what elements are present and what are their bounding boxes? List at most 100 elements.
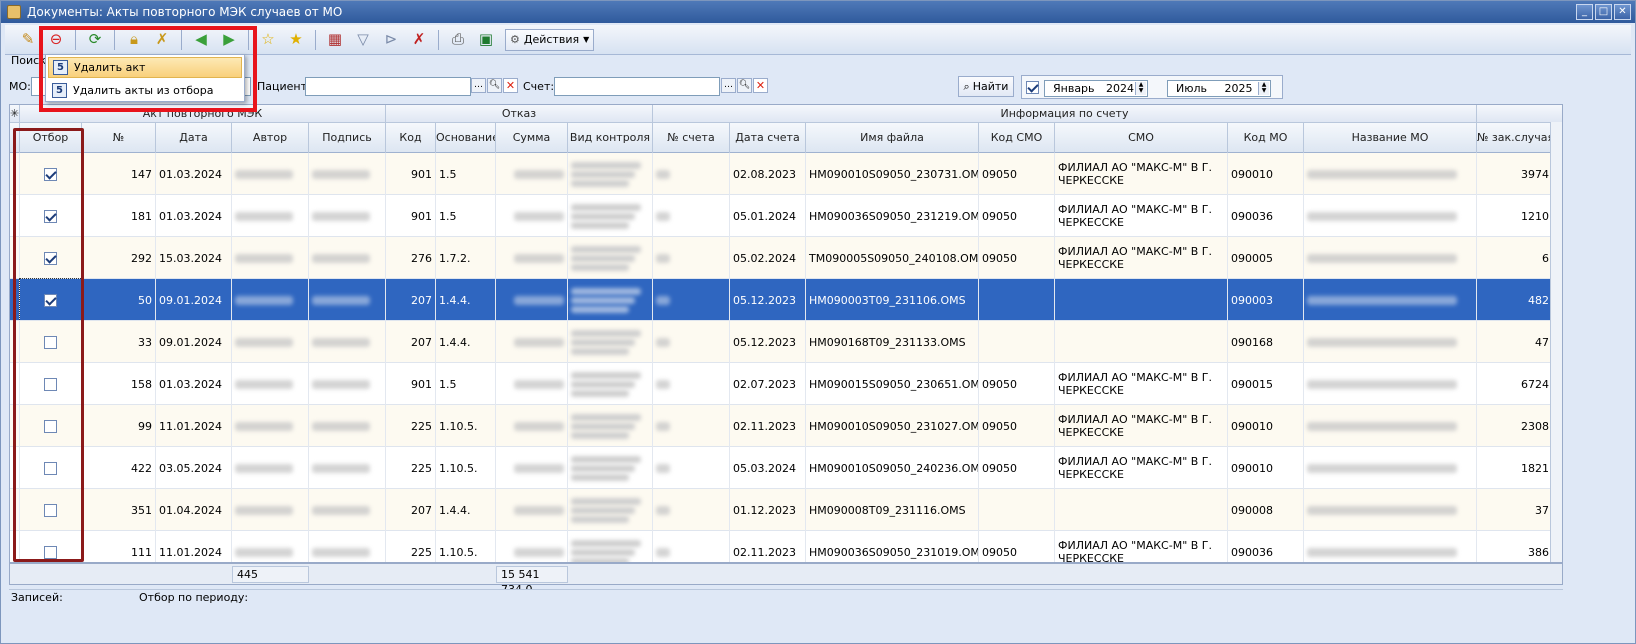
maximize-button[interactable]: □ <box>1595 4 1612 20</box>
otbor-checkbox[interactable] <box>44 251 57 265</box>
row-indicator[interactable] <box>10 279 20 321</box>
otbor-cell[interactable] <box>20 321 82 363</box>
otbor-cell[interactable] <box>20 531 82 562</box>
period-checkbox[interactable] <box>1026 81 1039 94</box>
table-row[interactable]: 111 11.01.2024 225 1.10.5. 02.11.2023 HM09003… <box>10 531 1562 562</box>
otbor-checkbox[interactable] <box>44 293 57 307</box>
otbor-checkbox[interactable] <box>44 167 57 181</box>
otbor-checkbox[interactable] <box>44 545 57 559</box>
search-icon[interactable]: 🔍︎ <box>487 78 502 93</box>
otbor-cell[interactable] <box>20 489 82 531</box>
filter-clear-icon[interactable]: ✗ <box>406 28 432 52</box>
row-indicator[interactable] <box>10 447 20 489</box>
otbor-checkbox[interactable] <box>44 209 57 223</box>
otbor-cell[interactable] <box>20 237 82 279</box>
otbor-cell[interactable] <box>19 278 83 322</box>
menu-item-delete-selected-acts[interactable]: 5 Удалить акты из отбора <box>48 80 242 101</box>
otbor-checkbox[interactable] <box>44 461 57 475</box>
star-add-icon[interactable]: ☆ <box>255 28 281 52</box>
table-row[interactable]: 181 01.03.2024 901 1.5 05.01.2024 HM090036S09… <box>10 195 1562 237</box>
otbor-checkbox[interactable] <box>44 503 57 517</box>
table-row[interactable]: 351 01.04.2024 207 1.4.4. 01.12.2023 HM090008… <box>10 489 1562 531</box>
excel-icon[interactable]: ▣ <box>473 28 499 52</box>
col-mo-name[interactable]: Название МО <box>1304 123 1477 153</box>
otbor-cell[interactable] <box>20 195 82 237</box>
table-row[interactable]: 33 09.01.2024 207 1.4.4. 05.12.2023 HM090168T… <box>10 321 1562 363</box>
smo-code-cell: 09050 <box>979 237 1055 279</box>
table-row[interactable]: 422 03.05.2024 225 1.10.5. 05.03.2024 HM09001… <box>10 447 1562 489</box>
ellipsis-icon[interactable]: … <box>721 78 736 93</box>
sign-cell <box>309 531 386 562</box>
col-smo-code[interactable]: Код СМО <box>979 123 1055 153</box>
table-row[interactable]: 50 09.01.2024 207 1.4.4. 05.12.2023 HM090003T… <box>10 278 1562 322</box>
row-indicator[interactable] <box>10 153 20 195</box>
otbor-cell[interactable] <box>20 153 82 195</box>
account-input[interactable] <box>554 77 720 96</box>
col-mo-code[interactable]: Код МО <box>1228 123 1304 153</box>
col-smo[interactable]: СМО <box>1055 123 1228 153</box>
delete-icon[interactable]: ⊖ <box>43 28 69 52</box>
col-code[interactable]: Код <box>386 123 436 153</box>
table-row[interactable]: 99 11.01.2024 225 1.10.5. 02.11.2023 HM090010… <box>10 405 1562 447</box>
col-date[interactable]: Дата <box>156 123 232 153</box>
clear-icon[interactable]: ✕ <box>753 78 768 93</box>
period-from-spinner[interactable]: Январь 2024 ▲ ▼ <box>1044 80 1148 97</box>
filter-icon[interactable]: ▽ <box>350 28 376 52</box>
lock-icon[interactable]: 🔒︎ <box>121 28 147 52</box>
row-indicator[interactable] <box>10 195 20 237</box>
calendar-icon[interactable]: ▦ <box>322 28 348 52</box>
row-indicator[interactable] <box>10 237 20 279</box>
otbor-cell[interactable] <box>20 447 82 489</box>
col-file[interactable]: Имя файла <box>806 123 979 153</box>
table-row[interactable]: 147 01.03.2024 901 1.5 02.08.2023 HM090010S09… <box>10 153 1562 195</box>
row-indicator[interactable] <box>10 489 20 531</box>
print-icon[interactable]: ⎙ <box>445 28 471 52</box>
find-button[interactable]: ⌕ Найти <box>958 76 1014 97</box>
row-indicator[interactable] <box>10 405 20 447</box>
clear-icon[interactable]: ✕ <box>503 78 518 93</box>
col-num[interactable]: № <box>82 123 156 153</box>
search-icon[interactable]: 🔍︎ <box>737 78 752 93</box>
filter-edit-icon[interactable]: ⊳ <box>378 28 404 52</box>
ellipsis-icon[interactable]: … <box>471 78 486 93</box>
vertical-scrollbar[interactable] <box>1550 122 1562 562</box>
minimize-button[interactable]: _ <box>1576 4 1593 20</box>
reason-cell: 1.5 <box>436 153 496 195</box>
period-to-spinner[interactable]: Июль 2025 ▲ ▼ <box>1167 80 1271 97</box>
band-account-info: Информация по счету <box>653 105 1477 123</box>
arrow-left-icon[interactable]: ◀ <box>188 28 214 52</box>
row-indicator[interactable] <box>10 531 20 562</box>
unlock-icon[interactable]: ✗ <box>149 28 175 52</box>
col-reason[interactable]: Основание <box>436 123 496 153</box>
case-num-cell: 1210 <box>1477 195 1553 237</box>
col-acc-date[interactable]: Дата счета <box>730 123 806 153</box>
col-author[interactable]: Автор <box>232 123 309 153</box>
row-indicator[interactable] <box>10 363 20 405</box>
row-indicator[interactable] <box>10 321 20 363</box>
col-otbor[interactable]: Отбор <box>20 123 82 153</box>
mo-code-cell: 090008 <box>1228 489 1304 531</box>
star-icon[interactable]: ★ <box>283 28 309 52</box>
otbor-checkbox[interactable] <box>44 335 57 349</box>
patient-input[interactable] <box>305 77 471 96</box>
menu-item-delete-act[interactable]: 5 Удалить акт <box>48 57 242 78</box>
actions-dropdown[interactable]: ⚙ Действия ▼ <box>505 28 595 51</box>
spinner-arrows-icon[interactable]: ▲ ▼ <box>1258 82 1269 95</box>
edit-icon[interactable]: ✎ <box>15 28 41 52</box>
otbor-cell[interactable] <box>20 405 82 447</box>
col-control[interactable]: Вид контроля <box>568 123 653 153</box>
arrow-right-icon[interactable]: ▶ <box>216 28 242 52</box>
refresh-icon[interactable]: ⟳ <box>82 28 108 52</box>
col-sum[interactable]: Сумма <box>496 123 568 153</box>
table-row[interactable]: 292 15.03.2024 276 1.7.2. 05.02.2024 TM090005… <box>10 237 1562 279</box>
col-case-num[interactable]: № зак.случая <box>1477 123 1553 153</box>
close-button[interactable]: ✕ <box>1614 4 1631 20</box>
otbor-cell[interactable] <box>20 363 82 405</box>
smo-cell <box>1055 321 1228 363</box>
col-sign[interactable]: Подпись <box>309 123 386 153</box>
otbor-checkbox[interactable] <box>44 419 57 433</box>
col-acc-num[interactable]: № счета <box>653 123 730 153</box>
otbor-checkbox[interactable] <box>44 377 57 391</box>
spinner-arrows-icon[interactable]: ▲ ▼ <box>1135 82 1146 95</box>
table-row[interactable]: 158 01.03.2024 901 1.5 02.07.2023 HM090015S09… <box>10 363 1562 405</box>
